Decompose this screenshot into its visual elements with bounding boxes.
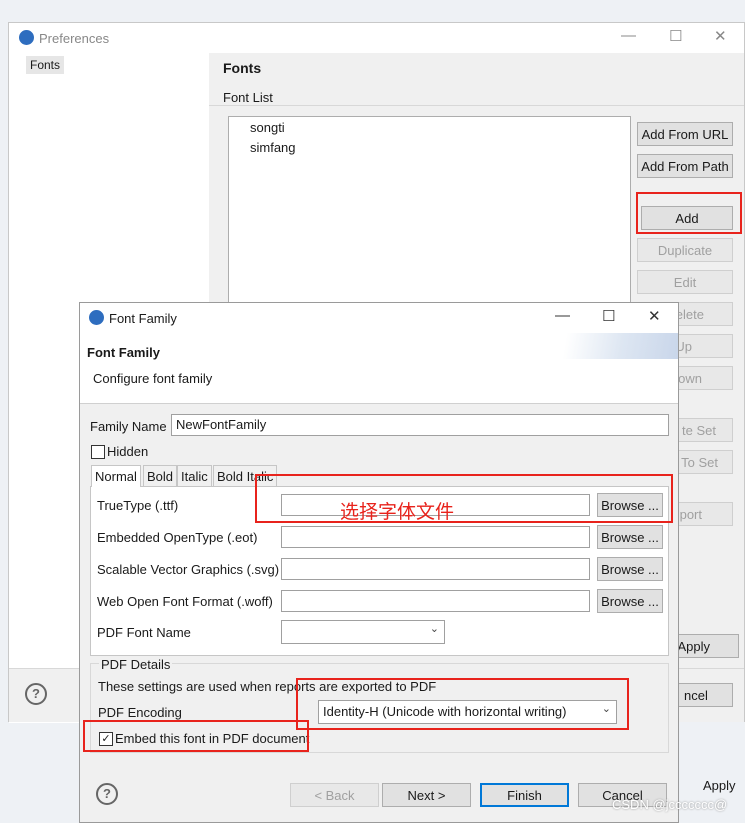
list-item[interactable]: simfang — [250, 140, 296, 155]
dialog-header-subtitle: Configure font family — [93, 371, 213, 386]
font-list[interactable]: songti simfang — [228, 116, 631, 316]
help-icon[interactable]: ? — [25, 683, 47, 705]
close-icon[interactable]: ✕ — [648, 307, 661, 325]
eot-browse-button[interactable]: Browse ... — [597, 525, 663, 549]
embed-highlight — [83, 720, 309, 752]
chevron-down-icon: ⌄ — [429, 623, 439, 635]
help-icon[interactable]: ? — [96, 783, 118, 805]
minimize-icon[interactable]: — — [555, 307, 570, 324]
eclipse-logo-icon — [89, 310, 104, 325]
woff-browse-button[interactable]: Browse ... — [597, 589, 663, 613]
woff-label: Web Open Font Format (.woff) — [97, 594, 273, 609]
preferences-title: Preferences — [39, 31, 110, 46]
eot-label: Embedded OpenType (.eot) — [97, 530, 258, 545]
add-highlight — [636, 192, 742, 234]
dialog-title: Font Family — [109, 311, 177, 326]
preferences-titlebar: Preferences — ☐ ✕ — [9, 23, 744, 53]
finish-button[interactable]: Finish — [480, 783, 569, 807]
dialog-header-title: Font Family — [87, 345, 160, 360]
woff-input[interactable] — [281, 590, 590, 612]
truetype-label: TrueType (.ttf) — [97, 498, 179, 513]
apply-and-close-link[interactable]: Apply — [703, 778, 736, 793]
tab-italic[interactable]: Italic — [177, 465, 212, 487]
pdf-encoding-label: PDF Encoding — [98, 705, 182, 720]
minimize-icon[interactable]: — — [621, 27, 636, 44]
family-name-label: Family Name — [90, 419, 167, 434]
file-select-annotation: 选择字体文件 — [340, 501, 455, 523]
tree-item-fonts[interactable]: Fonts — [26, 56, 65, 74]
edit-button[interactable]: Edit — [637, 270, 733, 294]
family-name-input[interactable]: NewFontFamily — [171, 414, 669, 436]
encoding-highlight — [296, 678, 629, 730]
header-banner-graphic — [538, 333, 678, 359]
svg-input[interactable] — [281, 558, 590, 580]
eot-input[interactable] — [281, 526, 590, 548]
add-from-url-button[interactable]: Add From URL — [637, 122, 733, 146]
tab-bold[interactable]: Bold — [143, 465, 178, 487]
pdf-font-name-label: PDF Font Name — [97, 625, 191, 640]
svg-label: Scalable Vector Graphics (.svg) — [97, 562, 280, 577]
close-icon[interactable]: ✕ — [714, 27, 727, 45]
dialog-header: Font Family Configure font family — [80, 333, 678, 404]
maximize-icon[interactable]: ☐ — [669, 27, 682, 45]
hidden-label: Hidden — [107, 444, 149, 459]
watermark: CSDN @jccccccc@ — [612, 797, 728, 812]
dialog-titlebar: Font Family — ☐ ✕ — [80, 303, 678, 333]
font-list-label: Font List — [223, 90, 273, 105]
page-header: Fonts — [209, 53, 744, 106]
file-select-highlight — [255, 474, 673, 523]
svg-browse-button[interactable]: Browse ... — [597, 557, 663, 581]
maximize-icon[interactable]: ☐ — [602, 307, 615, 325]
family-name-value: NewFontFamily — [176, 417, 267, 432]
pdf-font-name-select[interactable]: ⌄ — [281, 620, 445, 644]
duplicate-button[interactable]: Duplicate — [637, 238, 733, 262]
pdf-details-label: PDF Details — [99, 657, 173, 672]
add-from-path-button[interactable]: Add From Path — [637, 154, 733, 178]
page-title: Fonts — [223, 60, 262, 76]
hidden-checkbox[interactable] — [91, 445, 105, 459]
next-button[interactable]: Next > — [382, 783, 471, 807]
tab-normal[interactable]: Normal — [91, 465, 141, 487]
eclipse-logo-icon — [19, 30, 34, 45]
back-button[interactable]: < Back — [290, 783, 379, 807]
list-item[interactable]: songti — [250, 120, 285, 135]
